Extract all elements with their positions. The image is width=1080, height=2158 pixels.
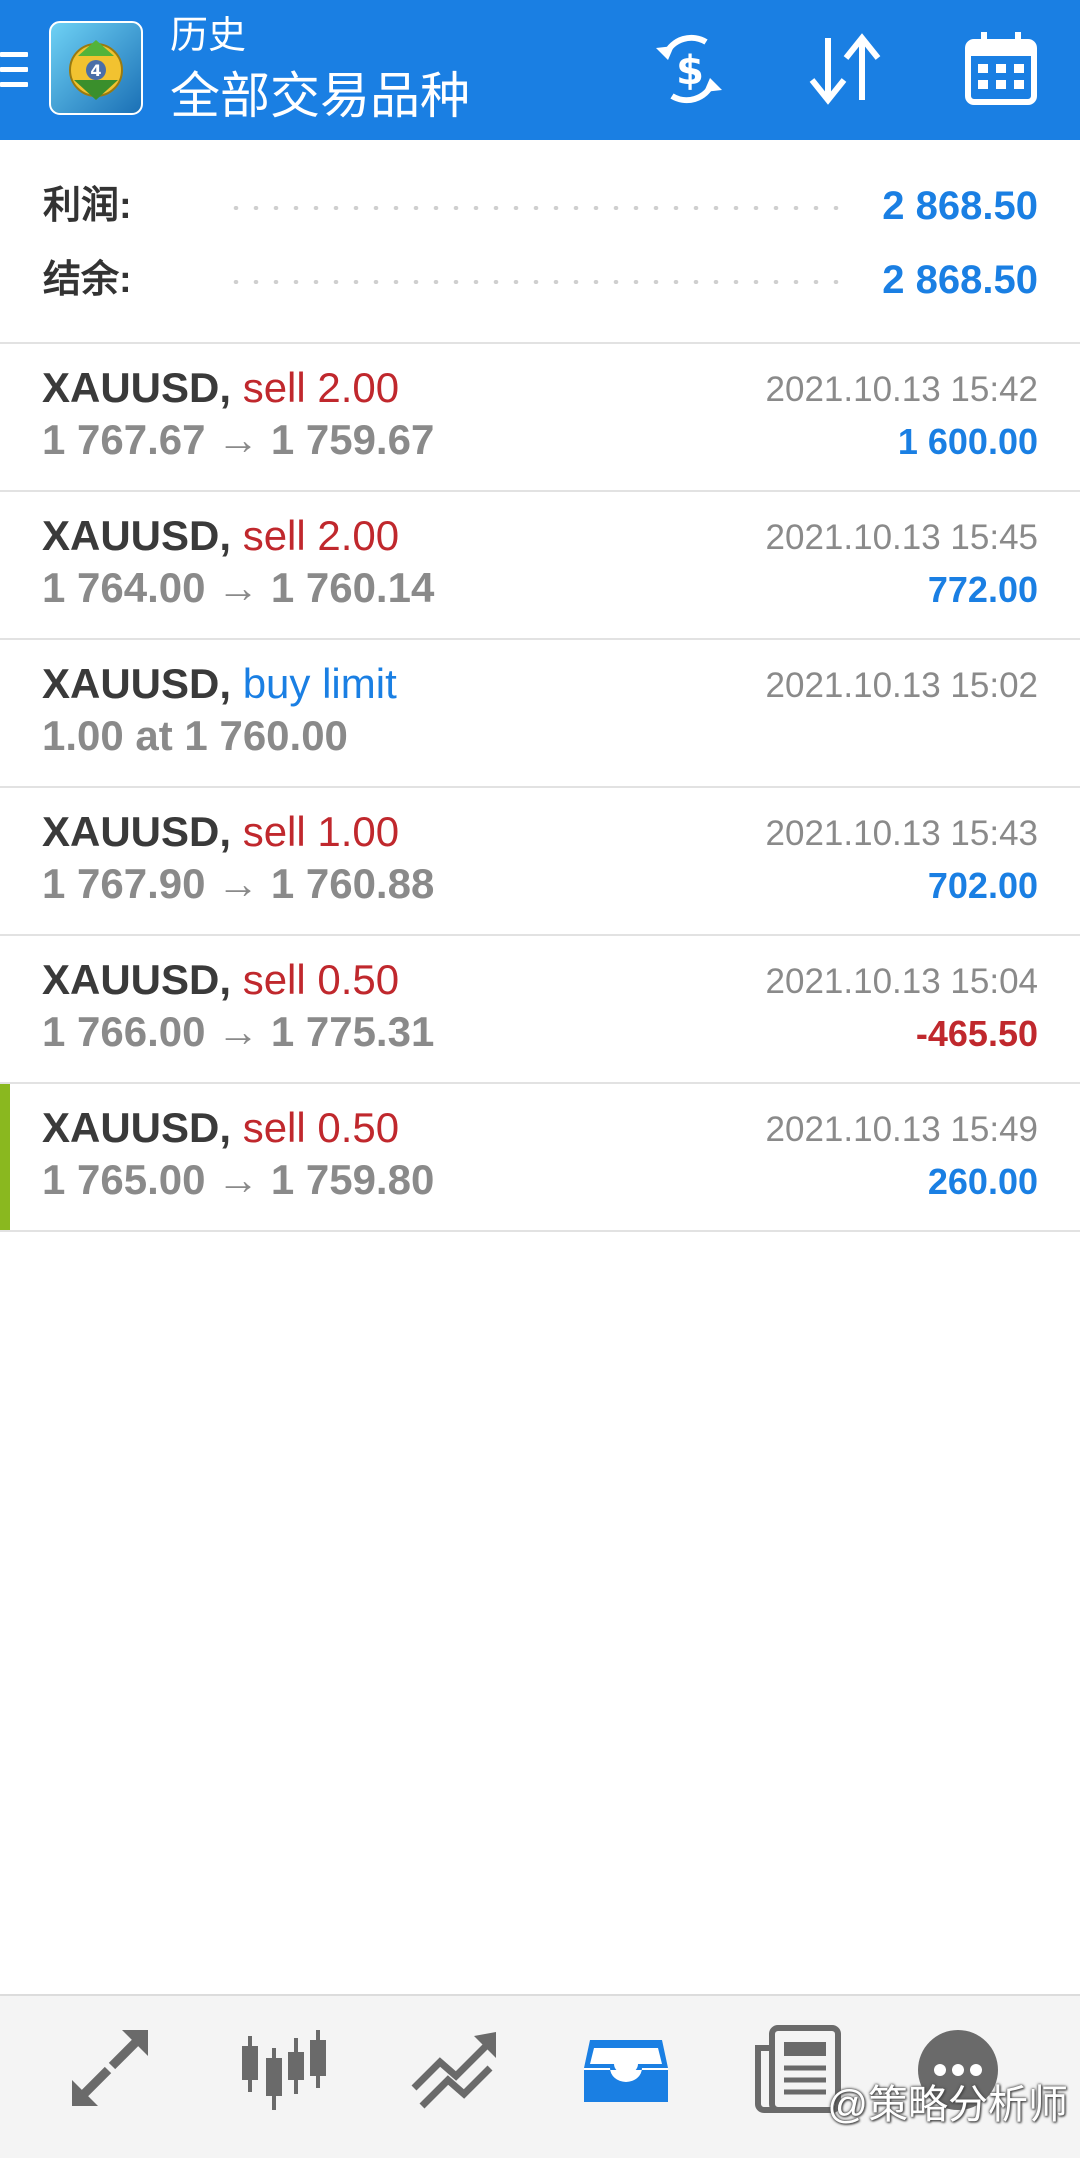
quotes-icon[interactable] [60, 2018, 160, 2118]
trade-prices: 1.00 at 1 760.00 [42, 712, 348, 759]
balance-label: 结余: [43, 259, 132, 301]
chart-icon[interactable] [232, 2018, 332, 2118]
sort-icon[interactable] [800, 24, 890, 114]
top-app-bar: 4 历史 全部交易品种 $ [0, 0, 1080, 140]
trade-row[interactable]: XAUUSD, sell 2.00 1 767.67 → 1 759.67 20… [0, 344, 1080, 492]
app-logo: 4 [48, 20, 144, 116]
bottom-navigation: @策略分析师 [0, 1994, 1080, 2158]
calendar-icon[interactable] [956, 24, 1046, 114]
trade-time: 2021.10.13 15:04 [765, 962, 1038, 1001]
trade-time: 2021.10.13 15:42 [765, 370, 1038, 409]
trade-time: 2021.10.13 15:45 [765, 518, 1038, 557]
trade-side: sell 1.00 [242, 808, 400, 855]
dotted-leader [226, 280, 840, 284]
trade-time: 2021.10.13 15:49 [765, 1110, 1038, 1149]
watermark: @策略分析师 [827, 2083, 1068, 2127]
trade-side: sell 2.00 [242, 512, 400, 559]
balance-row: 结余: 2 868.50 [0, 250, 1080, 310]
trade-side: sell 2.00 [242, 364, 400, 411]
trade-prices: 1 764.00 → 1 760.14 [42, 564, 435, 611]
trade-prices: 1 766.00 → 1 775.31 [42, 1008, 435, 1055]
trade-time: 2021.10.13 15:43 [765, 814, 1038, 853]
trade-profit: 260.00 [927, 1161, 1038, 1202]
trade-row[interactable]: XAUUSD, sell 2.00 1 764.00 → 1 760.14 20… [0, 492, 1080, 640]
trade-profit: 1 600.00 [897, 421, 1038, 462]
currency-exchange-icon[interactable]: $ [644, 24, 734, 114]
trade-profit: 702.00 [927, 865, 1038, 906]
symbol-filter[interactable]: 全部交易品种 [170, 66, 470, 126]
menu-icon[interactable] [0, 50, 30, 90]
trade-row[interactable]: XAUUSD, sell 1.00 1 767.90 → 1 760.88 20… [0, 788, 1080, 936]
trade-symbol: XAUUSD, [42, 364, 232, 411]
trade-prices: 1 767.67 → 1 759.67 [42, 416, 435, 463]
svg-text:$: $ [676, 48, 704, 94]
profit-value: 2 868.50 [882, 184, 1038, 228]
trade-row[interactable]: XAUUSD, sell 0.50 1 766.00 → 1 775.31 20… [0, 936, 1080, 1084]
dotted-leader [226, 206, 840, 210]
trade-side: buy limit [242, 660, 397, 707]
trade-symbol: XAUUSD, [42, 1104, 232, 1151]
order-row[interactable]: XAUUSD, buy limit 1.00 at 1 760.00 2021.… [0, 640, 1080, 788]
profit-label: 利润: [43, 185, 132, 227]
trade-symbol: XAUUSD, [42, 956, 232, 1003]
profit-row: 利润: 2 868.50 [0, 176, 1080, 236]
trade-symbol: XAUUSD, [42, 808, 232, 855]
trade-profit: -465.50 [915, 1013, 1038, 1054]
screen-title: 历史 [170, 15, 247, 57]
trade-prices: 1 767.90 → 1 760.88 [42, 860, 435, 907]
trade-row-selected[interactable]: XAUUSD, sell 0.50 1 765.00 → 1 759.80 20… [0, 1084, 1080, 1232]
trade-icon[interactable] [404, 2018, 504, 2118]
trade-side: sell 0.50 [242, 1104, 400, 1151]
svg-text:4: 4 [90, 61, 101, 80]
trade-profit: 772.00 [927, 569, 1038, 610]
trade-side: sell 0.50 [242, 956, 400, 1003]
trade-symbol: XAUUSD, [42, 660, 232, 707]
history-icon[interactable] [576, 2018, 676, 2118]
trade-time: 2021.10.13 15:02 [765, 666, 1038, 705]
balance-value: 2 868.50 [882, 258, 1038, 302]
trade-symbol: XAUUSD, [42, 512, 232, 559]
account-summary: 利润: 2 868.50 结余: 2 868.50 [0, 140, 1080, 344]
selection-marker [0, 1084, 10, 1230]
trade-prices: 1 765.00 → 1 759.80 [42, 1156, 435, 1203]
